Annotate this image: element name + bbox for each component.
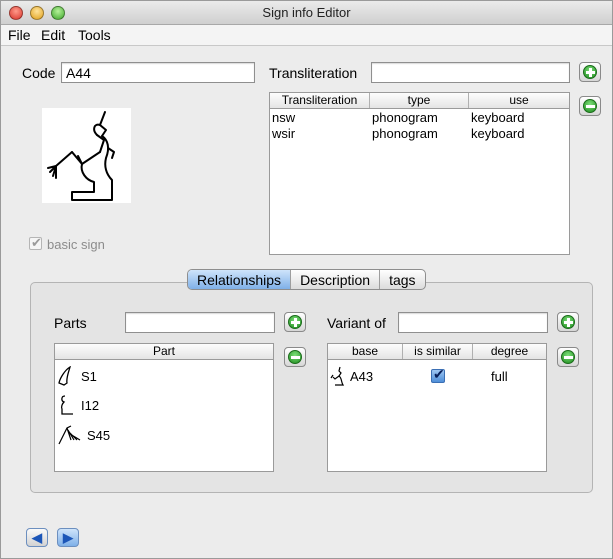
list-item[interactable]: S45 — [57, 424, 110, 446]
menu-bar: File Edit Tools — [1, 25, 612, 46]
parts-table-header: Part — [55, 344, 273, 360]
title-bar[interactable]: Sign info Editor — [1, 1, 612, 25]
minus-icon — [288, 350, 302, 364]
cell-transliteration: wsir — [272, 126, 296, 141]
sign-glyph-preview — [42, 108, 131, 203]
transliteration-table[interactable]: Transliteration type use nsw phonogram k… — [269, 92, 570, 255]
remove-part-button[interactable] — [284, 347, 306, 367]
column-header-is-similar[interactable]: is similar — [403, 344, 473, 359]
menu-tools[interactable]: Tools — [78, 27, 111, 43]
add-part-button[interactable] — [284, 312, 306, 332]
parts-table[interactable]: Part S1 I12 S45 — [54, 343, 274, 472]
cell-use: keyboard — [471, 110, 525, 125]
next-sign-button[interactable]: ▶ — [57, 528, 79, 547]
cell-type: phonogram — [372, 110, 438, 125]
transliteration-table-header: Transliteration type use — [270, 93, 569, 109]
plus-icon — [561, 315, 575, 329]
minus-icon — [583, 99, 597, 113]
seated-king-glyph-icon — [330, 366, 345, 386]
cell-transliteration: nsw — [272, 110, 296, 125]
arrow-right-icon: ▶ — [63, 529, 73, 545]
relationships-panel: Parts Part S1 I12 S45 Variant of base is… — [30, 282, 593, 493]
menu-edit[interactable]: Edit — [41, 27, 65, 43]
column-header-use[interactable]: use — [469, 93, 569, 108]
white-crown-glyph-icon — [58, 366, 71, 386]
add-variant-button[interactable] — [557, 312, 579, 332]
cell-base: A43 — [328, 366, 403, 386]
code-label: Code — [22, 65, 56, 81]
cell-type: phonogram — [372, 126, 438, 141]
variant-table[interactable]: base is similar degree A43 full — [327, 343, 547, 472]
cell-degree: full — [491, 368, 508, 384]
cell-is-similar — [403, 366, 473, 383]
column-header-base[interactable]: base — [328, 344, 403, 359]
variant-base-code: A43 — [350, 368, 374, 384]
flail-glyph-icon — [58, 425, 81, 445]
menu-file[interactable]: File — [8, 27, 31, 43]
remove-transliteration-button[interactable] — [579, 96, 601, 116]
list-item[interactable]: S1 — [57, 366, 97, 386]
minus-icon — [561, 350, 575, 364]
plus-icon — [583, 65, 597, 79]
is-similar-checkbox[interactable] — [431, 366, 445, 383]
cell-use: keyboard — [471, 126, 525, 141]
sign-info-editor-window: Sign info Editor File Edit Tools Code Tr… — [0, 0, 613, 559]
parts-input[interactable] — [125, 312, 275, 333]
column-header-part[interactable]: Part — [55, 344, 273, 359]
cobra-glyph-icon — [60, 395, 73, 415]
remove-variant-button[interactable] — [557, 347, 579, 367]
previous-sign-button[interactable]: ◀ — [26, 528, 48, 547]
add-transliteration-button[interactable] — [579, 62, 601, 82]
variant-table-header: base is similar degree — [328, 344, 546, 360]
parts-label: Parts — [54, 315, 87, 331]
plus-icon — [288, 315, 302, 329]
basic-sign-label: basic sign — [47, 237, 105, 252]
part-code: S45 — [87, 427, 111, 443]
part-code: I12 — [81, 397, 100, 413]
transliteration-label: Transliteration — [269, 65, 358, 81]
code-input[interactable] — [61, 62, 255, 83]
table-row[interactable]: A43 full — [328, 366, 546, 386]
basic-sign-checkbox[interactable]: ✔ — [29, 235, 42, 250]
variant-of-label: Variant of — [327, 315, 386, 331]
tab-bar: Relationships Description tags — [187, 269, 426, 290]
transliteration-input[interactable] — [371, 62, 570, 83]
part-code: S1 — [81, 368, 97, 384]
seated-king-glyph-icon — [47, 111, 115, 201]
column-header-transliteration[interactable]: Transliteration — [270, 93, 370, 108]
table-row[interactable]: nsw phonogram keyboard — [270, 110, 569, 125]
table-row[interactable]: wsir phonogram keyboard — [270, 126, 569, 141]
list-item[interactable]: I12 — [57, 394, 99, 416]
tab-description[interactable]: Description — [291, 270, 381, 289]
tab-relationships[interactable]: Relationships — [188, 270, 292, 289]
variant-of-input[interactable] — [398, 312, 548, 333]
column-header-degree[interactable]: degree — [473, 344, 546, 359]
checkmark-icon: ✔ — [31, 235, 42, 250]
window-title: Sign info Editor — [262, 5, 351, 20]
arrow-left-icon: ◀ — [32, 529, 42, 545]
column-header-type[interactable]: type — [370, 93, 469, 108]
tab-tags[interactable]: tags — [380, 270, 424, 289]
